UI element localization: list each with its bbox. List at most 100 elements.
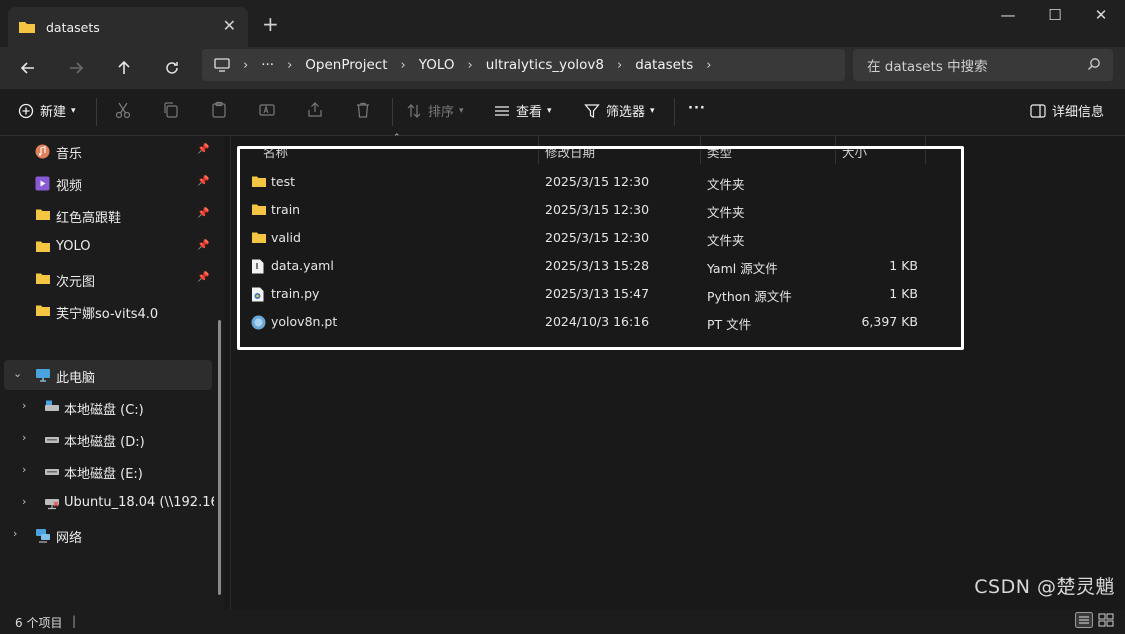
column-header-type[interactable]: 类型 — [707, 142, 732, 161]
system-drive-icon — [45, 400, 59, 411]
copy-button[interactable] — [162, 101, 180, 119]
tab-datasets[interactable]: datasets ✕ — [8, 7, 248, 47]
sidebar-item-label: 次元图 — [56, 275, 96, 290]
sort-icon — [407, 103, 421, 118]
file-row-valid[interactable]: valid 2025/3/15 12:30 文件夹 — [231, 224, 931, 252]
music-icon — [35, 144, 50, 159]
sort-button[interactable]: 排序 ▾ — [406, 101, 464, 120]
chevron-right-icon[interactable]: › — [13, 527, 17, 540]
share-icon — [308, 102, 322, 117]
more-options-button[interactable]: ··· — [688, 101, 706, 116]
breadcrumb-yolo[interactable]: YOLO — [419, 57, 455, 73]
sidebar-item-drive-c[interactable]: › 本地磁盘 (C:) — [0, 392, 212, 422]
file-row-data-yaml[interactable]: data.yaml 2025/3/13 15:28 Yaml 源文件 1 KB — [231, 252, 931, 280]
file-name: test — [271, 174, 296, 189]
close-tab-icon[interactable]: ✕ — [223, 16, 236, 35]
sidebar-item-label: YOLO — [56, 239, 91, 254]
file-list: ⌃ 名称 修改日期 类型 大小 test 2025/3/15 12:30 文件夹… — [231, 133, 1125, 610]
column-divider[interactable] — [925, 136, 926, 164]
file-row-train-py[interactable]: train.py 2025/3/13 15:47 Python 源文件 1 KB — [231, 280, 931, 308]
filter-icon — [584, 103, 600, 118]
breadcrumb-datasets[interactable]: datasets — [635, 57, 693, 73]
sidebar-item-network[interactable]: › 网络 — [0, 520, 212, 550]
column-header-modified[interactable]: 修改日期 — [545, 142, 595, 161]
breadcrumb-openproject[interactable]: OpenProject — [305, 57, 387, 73]
column-divider[interactable] — [700, 136, 701, 164]
sidebar-item-label: Ubuntu_18.04 (\\192.168.3 — [64, 495, 214, 510]
sidebar-item-video[interactable]: 视频 📌 — [0, 168, 212, 198]
column-divider[interactable] — [538, 136, 539, 164]
chevron-down-icon: ▾ — [650, 105, 655, 116]
file-size: 6,397 KB — [861, 314, 918, 329]
computer-icon — [214, 58, 230, 72]
sidebar-item-this-pc[interactable]: ⌄ 此电脑 — [4, 360, 212, 390]
pt-file-icon — [251, 315, 266, 330]
more-label: ··· — [688, 101, 706, 116]
command-bar: 新建 ▾ 排序 ▾ 查看 ▾ 筛选器 ▾ ··· 详细信息 — [0, 89, 1125, 136]
details-button[interactable]: 详细信息 — [1030, 101, 1104, 120]
file-type: 文件夹 — [707, 177, 745, 192]
column-header-size[interactable]: 大小 — [842, 142, 867, 161]
file-type: Python 源文件 — [707, 289, 792, 304]
delete-button[interactable] — [354, 101, 372, 119]
sidebar-item-ciyuantu[interactable]: 次元图 📌 — [0, 264, 212, 294]
chevron-right-icon[interactable]: › — [706, 58, 711, 73]
watermark: CSDN @楚灵魈 — [974, 576, 1115, 598]
minimize-button[interactable]: — — [985, 6, 1031, 24]
sidebar-item-label: 本地磁盘 (D:) — [64, 435, 145, 450]
sidebar-item-music[interactable]: 音乐 📌 — [0, 136, 212, 166]
breadcrumb-more[interactable]: ··· — [261, 57, 274, 73]
sidebar-item-ubuntu-share[interactable]: › Ubuntu_18.04 (\\192.168.3 — [0, 488, 214, 518]
sidebar-item-red-heels[interactable]: 红色高跟鞋 📌 — [0, 200, 212, 230]
new-button[interactable]: 新建 ▾ — [18, 101, 76, 120]
refresh-button[interactable] — [156, 53, 188, 83]
breadcrumb-ultralytics[interactable]: ultralytics_yolov8 — [486, 57, 604, 73]
paste-button[interactable] — [210, 101, 228, 119]
details-view-icon[interactable] — [1075, 612, 1093, 628]
maximize-button[interactable]: ☐ — [1032, 6, 1078, 24]
yaml-file-icon — [252, 259, 264, 274]
file-name: valid — [271, 230, 301, 245]
rename-button[interactable] — [258, 101, 276, 119]
file-row-yolov8n-pt[interactable]: yolov8n.pt 2024/10/3 16:16 PT 文件 6,397 K… — [231, 308, 931, 336]
filter-button[interactable]: 筛选器 ▾ — [584, 101, 655, 120]
sidebar-item-drive-d[interactable]: › 本地磁盘 (D:) — [0, 424, 212, 454]
sidebar-item-label: 红色高跟鞋 — [56, 211, 122, 226]
back-button[interactable] — [12, 53, 44, 83]
chevron-right-icon[interactable]: › — [22, 463, 26, 476]
file-type: Yaml 源文件 — [707, 261, 778, 276]
file-size: 1 KB — [889, 258, 918, 273]
share-button[interactable] — [306, 101, 324, 119]
chevron-down-icon[interactable]: ⌄ — [13, 367, 22, 380]
file-row-test[interactable]: test 2025/3/15 12:30 文件夹 — [231, 168, 931, 196]
forward-button[interactable] — [60, 53, 92, 83]
rename-icon — [259, 104, 275, 116]
tiles-view-icon[interactable] — [1097, 612, 1115, 628]
pin-icon: 📌 — [197, 176, 210, 187]
drive-icon — [45, 437, 59, 443]
address-bar[interactable]: › ··· › OpenProject › YOLO › ultralytics… — [202, 49, 845, 81]
search-input[interactable]: 在 datasets 中搜索 — [853, 49, 1113, 81]
sidebar-item-drive-e[interactable]: › 本地磁盘 (E:) — [0, 456, 212, 486]
clipboard-icon — [212, 101, 226, 118]
filter-label: 筛选器 — [606, 105, 646, 120]
file-row-train[interactable]: train 2025/3/15 12:30 文件夹 — [231, 196, 931, 224]
view-button[interactable]: 查看 ▾ — [494, 101, 552, 120]
chevron-right-icon[interactable]: › — [22, 495, 26, 508]
sidebar-scrollbar[interactable] — [218, 320, 221, 595]
view-toggle — [1075, 612, 1115, 628]
column-divider[interactable] — [835, 136, 836, 164]
new-tab-button[interactable]: + — [262, 12, 279, 36]
navigation-pane: 音乐 📌 视频 📌 红色高跟鞋 📌 YOLO 📌 次元图 📌 芙宁娜so-vit… — [0, 136, 224, 610]
chevron-right-icon[interactable]: › — [22, 399, 26, 412]
cut-button[interactable] — [114, 101, 132, 119]
file-name: yolov8n.pt — [271, 314, 338, 329]
chevron-right-icon[interactable]: › — [22, 431, 26, 444]
close-window-button[interactable]: ✕ — [1078, 6, 1124, 24]
sidebar-item-yolo[interactable]: YOLO 📌 — [0, 232, 212, 262]
sidebar-item-furina[interactable]: 芙宁娜so-vits4.0 — [0, 296, 212, 326]
file-modified: 2024/10/3 16:16 — [545, 314, 650, 329]
sidebar-item-label: 芙宁娜so-vits4.0 — [56, 307, 159, 322]
column-header-name[interactable]: 名称 — [263, 142, 288, 161]
up-button[interactable] — [108, 53, 140, 83]
